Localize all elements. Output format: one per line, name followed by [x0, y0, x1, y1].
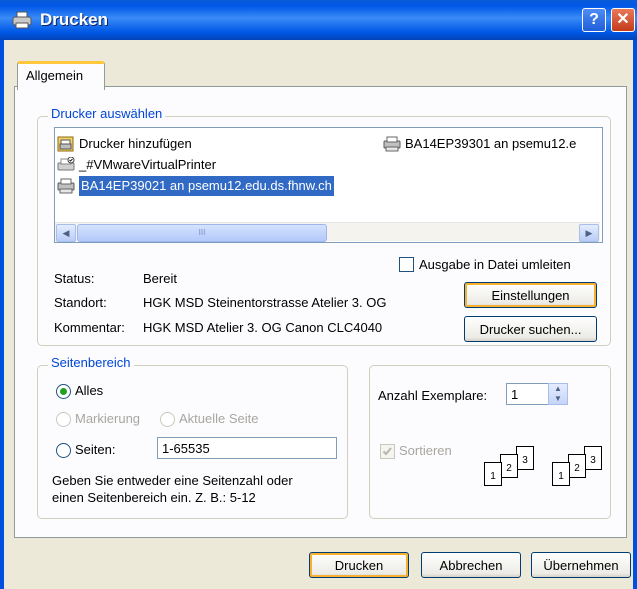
radio-pages-label: Seiten: [75, 442, 116, 457]
close-button[interactable]: ✕ [611, 8, 635, 32]
status-value: Bereit [143, 271, 177, 286]
page-2: 2 [500, 454, 518, 478]
title-bar[interactable]: Drucken ? ✕ [0, 0, 637, 40]
scroll-left-icon[interactable]: ◀ [56, 224, 76, 242]
radio-all[interactable] [56, 384, 71, 399]
page-3: 3 [516, 446, 534, 470]
add-printer-icon [57, 136, 74, 152]
location-value: HGK MSD Steinentorstrasse Atelier 3. OG [143, 295, 387, 310]
comment-label: Kommentar: [54, 320, 125, 335]
help-button[interactable]: ? [582, 8, 606, 32]
page-2: 2 [568, 454, 586, 478]
collate-checkbox[interactable] [380, 444, 395, 459]
radio-all-label: Alles [75, 383, 104, 398]
printer-list-hscrollbar[interactable]: ◀ III ▶ [55, 222, 600, 242]
printer-item-label: Drucker hinzufügen [79, 136, 192, 151]
pages-input[interactable]: 1-65535 [157, 437, 337, 459]
window-title: Drucken [40, 10, 109, 29]
default-printer-icon [57, 157, 75, 171]
radio-current-page-label: Aktuelle Seite [179, 411, 259, 426]
print-to-file-checkbox[interactable] [399, 257, 414, 272]
network-printer-icon [383, 136, 401, 152]
printer-item-label: BA14EP39021 an psemu12.edu.ds.fhnw.ch [79, 176, 334, 196]
page-3: 3 [584, 446, 602, 470]
cancel-button[interactable]: Abbrechen [421, 552, 521, 578]
printer-item-label: BA14EP39301 an psemu12.e [405, 136, 577, 151]
printer-icon [12, 11, 32, 29]
radio-dot [60, 388, 67, 395]
comment-value: HGK MSD Atelier 3. OG Canon CLC4040 [143, 320, 383, 335]
tab-allgemein[interactable]: Allgemein [17, 61, 105, 90]
page-range-legend: Seitenbereich [48, 355, 134, 370]
page-range-help-line2: einen Seitenbereich ein. Z. B.: 5-12 [52, 490, 256, 505]
print-button[interactable]: Drucken [309, 552, 409, 578]
page-range-help-line1: Geben Sie entweder eine Seitenzahl oder [52, 473, 293, 488]
location-label: Standort: [54, 295, 107, 310]
radio-selection-label: Markierung [75, 411, 141, 426]
apply-button[interactable]: Übernehmen [531, 552, 631, 578]
window-border-left [0, 40, 4, 589]
printer-item-label: _#VMwareVirtualPrinter [79, 157, 217, 172]
page-1: 1 [484, 462, 502, 486]
radio-selection[interactable] [56, 412, 71, 427]
window-border-right [633, 40, 637, 589]
status-label: Status: [54, 271, 95, 286]
scrollbar-thumb[interactable]: III [77, 224, 327, 242]
collate-label: Sortieren [399, 443, 452, 458]
copies-spinner[interactable]: ▲ ▼ [548, 383, 568, 405]
find-printer-button[interactable]: Drucker suchen... [464, 316, 597, 342]
network-printer-icon [57, 178, 75, 194]
radio-pages[interactable] [56, 443, 71, 458]
settings-button[interactable]: Einstellungen [464, 282, 597, 308]
radio-current-page[interactable] [160, 412, 175, 427]
copies-input[interactable]: 1 [506, 383, 550, 405]
print-to-file-label: Ausgabe in Datei umleiten [419, 257, 571, 272]
scroll-right-icon[interactable]: ▶ [579, 224, 599, 242]
copies-label: Anzahl Exemplare: [378, 388, 488, 403]
check-icon [382, 447, 392, 456]
printer-select-legend: Drucker auswählen [48, 106, 166, 121]
page-1: 1 [552, 462, 570, 486]
